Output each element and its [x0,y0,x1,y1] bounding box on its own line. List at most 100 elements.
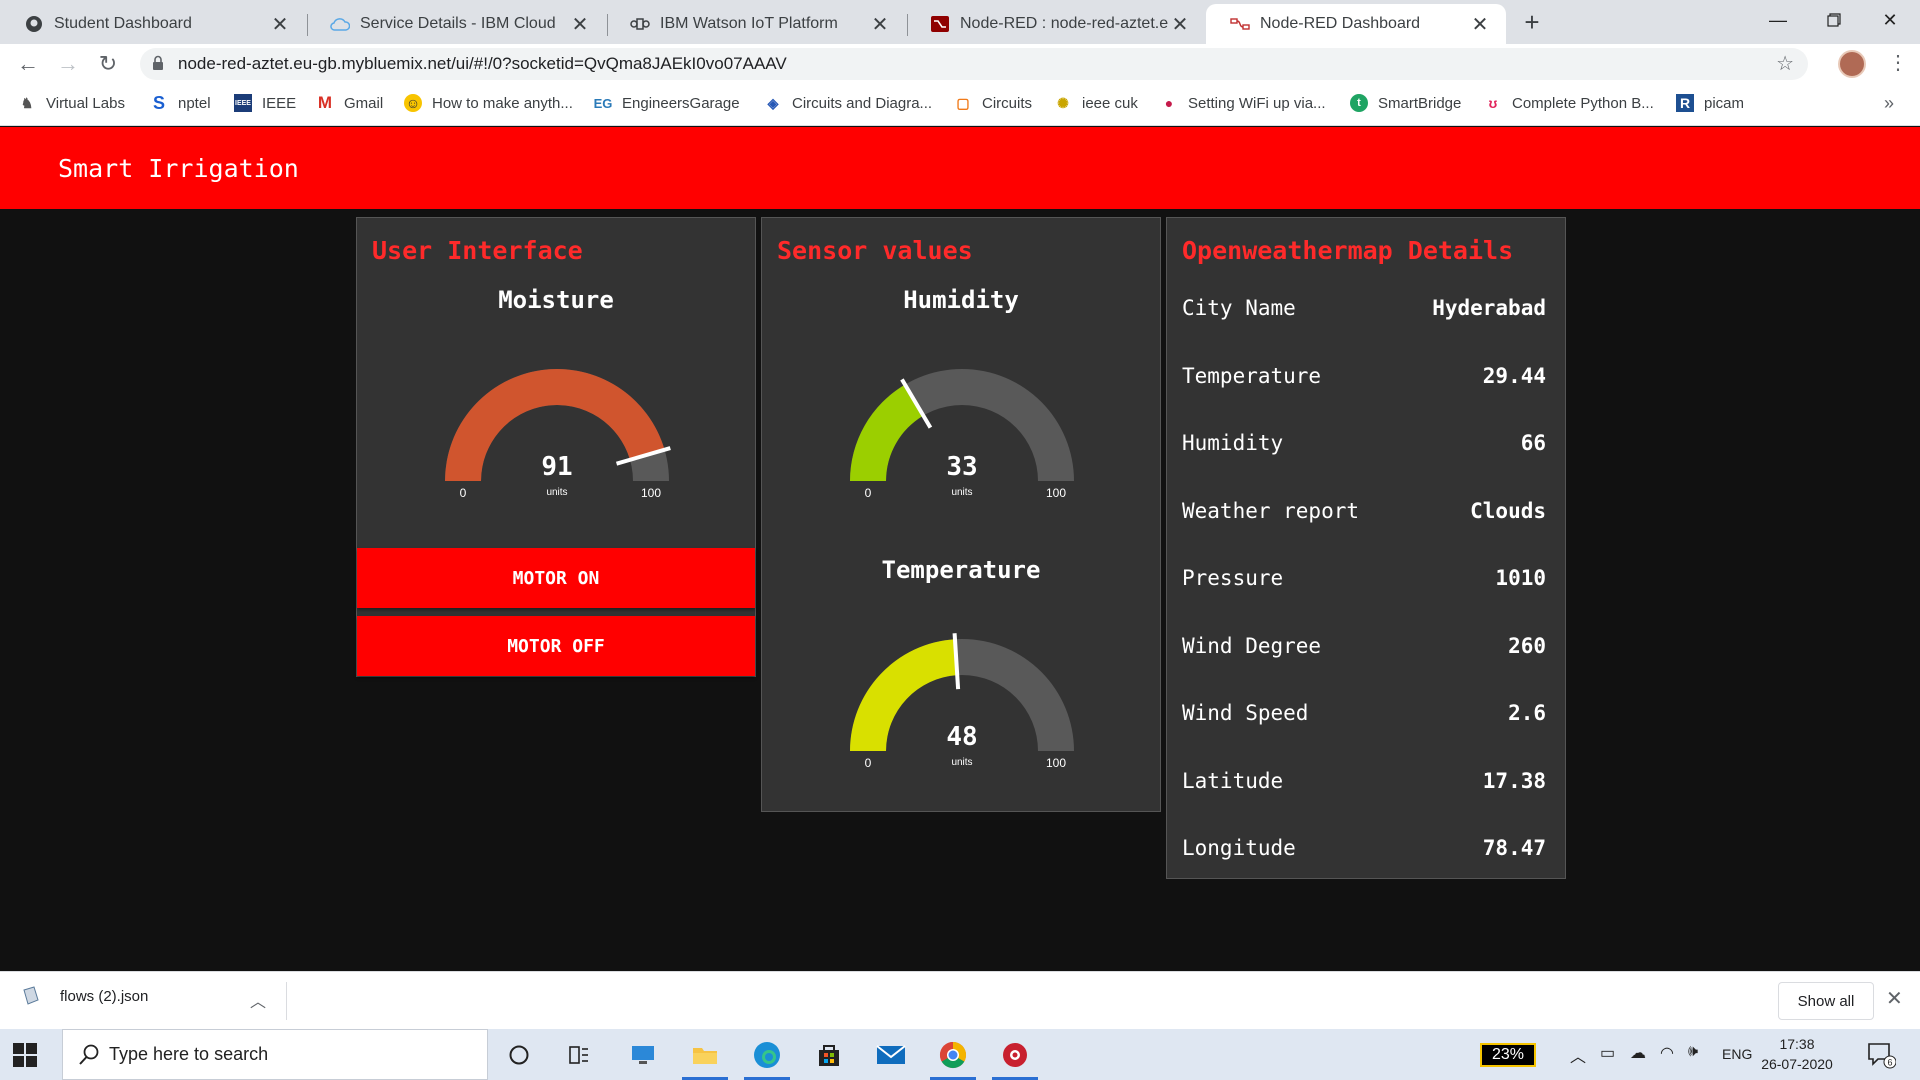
bookmark-python[interactable]: ʊ Complete Python B... [1484,94,1654,112]
temperature-gauge-value: 48 [946,722,977,752]
humidity-gauge-min-label: 0 [865,486,872,500]
tab-student-dashboard[interactable]: Student Dashboard ✕ [0,4,306,44]
humidity-gauge: 33 units 0 100 [850,369,1074,500]
row-value: Clouds [1470,499,1546,523]
raspberry-icon: ● [1164,95,1174,111]
task-view-icon[interactable] [552,1029,606,1080]
close-icon[interactable]: ✕ [268,12,292,36]
store-icon[interactable] [802,1029,856,1080]
battery-badge[interactable]: 23% [1480,1043,1536,1067]
desktop-app-icon[interactable] [616,1029,670,1080]
windows-start-icon[interactable] [12,1042,38,1068]
onedrive-icon[interactable]: ☁ [1630,1043,1646,1063]
browser-menu-icon[interactable]: ⋮ [1888,48,1908,78]
lock-icon [152,55,164,76]
motor-off-button[interactable]: MOTOR OFF [357,616,755,676]
clock-date: 26-07-2020 [1761,1056,1833,1072]
new-tab-icon[interactable]: + [1518,7,1546,37]
tab-node-red-dashboard[interactable]: Node-RED Dashboard ✕ [1206,4,1506,44]
motor-on-button[interactable]: MOTOR ON [357,548,755,608]
url-text: node-red-aztet.eu-gb.mybluemix.net/ui/#!… [178,54,787,73]
window-close-icon[interactable]: ✕ [1862,0,1918,40]
dashboard-body: User Interface Moisture 91 units 0 100 MOTO… [0,209,1920,971]
close-icon[interactable]: ✕ [1886,986,1903,1011]
sensor-values-card: Sensor values Humidity 33 units 0 100 Tempe… [761,217,1161,812]
user-interface-card: User Interface Moisture 91 units 0 100 MOTO… [356,217,756,677]
chevron-up-icon[interactable]: ︿ [250,988,266,1012]
cortana-icon[interactable] [492,1029,546,1080]
profile-avatar[interactable] [1838,50,1866,78]
bookmark-star-icon[interactable]: ☆ [1776,51,1794,76]
bookmark-label: EngineersGarage [622,94,740,112]
bookmark-label: ieee cuk [1082,94,1138,112]
bookmark-nptel[interactable]: Snptel [150,93,211,113]
smartbridge-icon: t [1350,94,1368,112]
close-icon[interactable]: ✕ [1468,12,1492,36]
bookmark-virtual-labs[interactable]: ♞ Virtual Labs [18,94,125,112]
taskbar-search[interactable]: Type here to search [62,1029,488,1080]
language-indicator[interactable]: ENG [1722,1046,1752,1062]
bookmark-label: Circuits [982,94,1033,112]
battery-icon[interactable]: ▭ [1600,1043,1615,1063]
bookmark-label: Gmail [344,94,384,112]
bookmark-picam[interactable]: Rpicam [1676,94,1744,112]
bookmark-label: Complete Python B... [1512,94,1654,112]
close-icon[interactable]: ✕ [1168,12,1192,36]
bookmark-wifi-setup[interactable]: ● Setting WiFi up via... [1160,94,1326,112]
tab-title: IBM Watson IoT Platform [660,15,838,32]
instructables-icon: ☺ [404,94,422,112]
tab-node-red-editor[interactable]: Node-RED : node-red-aztet.eu-gb ✕ [906,4,1206,44]
wifi-icon[interactable]: ◠ [1660,1043,1674,1063]
dashboard-header: Smart Irrigation [0,127,1920,209]
humidity-gauge-units: units [951,487,972,498]
bookmark-ieee[interactable]: IEEE IEEE [234,94,296,112]
edge-icon[interactable] [740,1029,794,1080]
tab-watson-iot[interactable]: IBM Watson IoT Platform ✕ [606,4,906,44]
clock[interactable]: 17:38 26-07-2020 [1752,1034,1842,1074]
back-icon[interactable]: ← [14,50,42,78]
temperature-gauge-max-label: 100 [1046,756,1066,770]
chevron-up-icon[interactable]: ︿ [1570,1043,1586,1067]
bookmarks-bar: ♞ Virtual Labs Snptel IEEE IEEE M Gmail ☺ Ho… [0,84,1920,126]
temperature-gauge: 48 units 0 100 [850,633,1074,770]
bookmark-smartbridge[interactable]: t SmartBridge [1350,94,1461,112]
file-explorer-icon[interactable] [678,1029,732,1080]
forward-icon[interactable]: → [54,50,82,78]
chrome-icon[interactable] [926,1029,980,1080]
row-label: Pressure [1182,566,1284,590]
tab-service-details[interactable]: Service Details - IBM Cloud ✕ [306,4,606,44]
more-bookmarks-icon[interactable]: » [1884,93,1894,114]
bookmark-label: picam [1704,94,1745,112]
volume-icon[interactable]: 🕪 [1688,1043,1698,1061]
show-all-button[interactable]: Show all [1778,982,1874,1020]
bookmark-engineersgarage[interactable]: EG EngineersGarage [594,94,740,112]
minimize-icon[interactable]: — [1750,0,1806,40]
weather-row-city: City Name Hyderabad [1182,296,1546,326]
bookmark-circuits-diagrams[interactable]: ◈ Circuits and Diagra... [764,94,932,112]
windows-taskbar: Type here to search 23% ︿ ▭ ☁ ◠ 🕪 ENG 17… [0,1029,1920,1080]
virtual-labs-icon: ♞ [20,94,34,111]
address-bar[interactable]: node-red-aztet.eu-gb.mybluemix.net/ui/#!… [140,48,1808,80]
close-icon[interactable]: ✕ [868,12,892,36]
row-value: 17.38 [1482,769,1546,793]
bookmark-instructables[interactable]: ☺ How to make anyth... [404,94,573,112]
download-bar: flows (2).json ︿ Show all ✕ [0,971,1920,1029]
notification-center-icon[interactable]: 6 [1866,1041,1897,1074]
download-item[interactable]: flows (2).json [22,986,148,1006]
gmail-icon: M [317,93,333,112]
row-value: 260 [1508,634,1546,658]
close-icon[interactable]: ✕ [568,12,592,36]
ieee-cuk-icon: ✺ [1057,94,1069,111]
restore-icon[interactable] [1806,0,1862,40]
reload-icon[interactable]: ↻ [94,50,122,78]
mail-icon[interactable] [864,1029,918,1080]
weather-row-wind-degree: Wind Degree 260 [1182,634,1546,664]
search-placeholder: Type here to search [109,1044,269,1064]
bookmark-ieee-cuk[interactable]: ✺ ieee cuk [1054,94,1138,112]
app-red-icon[interactable] [988,1029,1042,1080]
card-title: Openweathermap Details [1182,236,1514,265]
bookmark-circuits[interactable]: ▢ Circuits [954,94,1032,112]
bookmark-gmail[interactable]: M Gmail [316,93,384,112]
row-value: 1010 [1495,566,1546,590]
divider [286,982,287,1020]
